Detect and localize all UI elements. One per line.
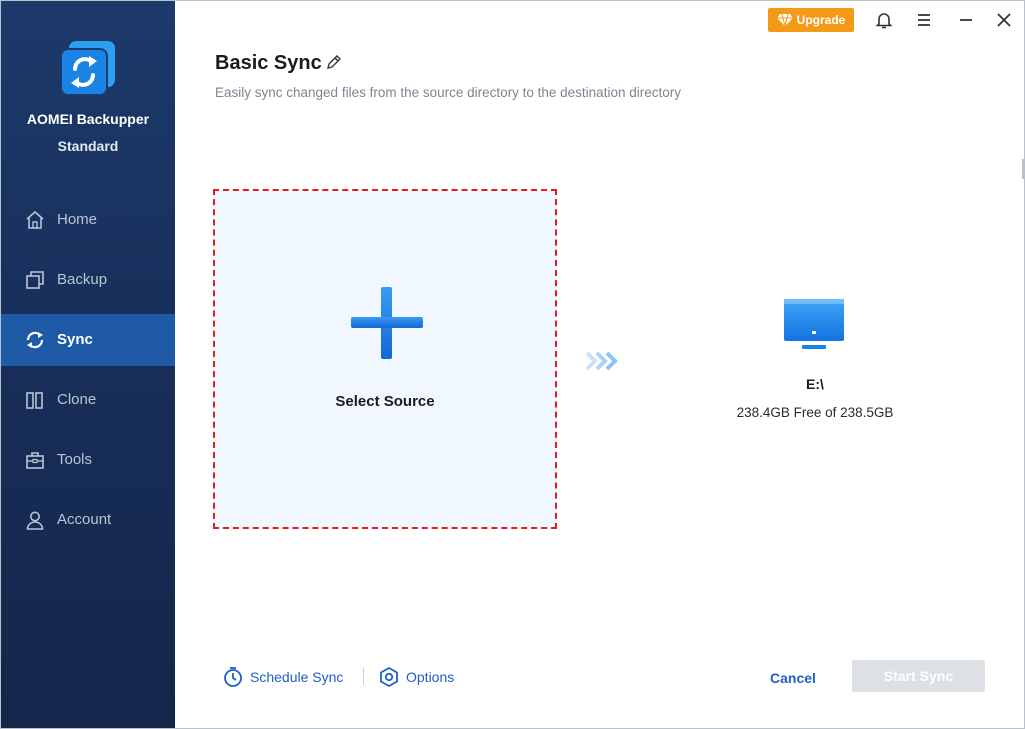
page-subtitle: Easily sync changed files from the sourc… — [215, 85, 681, 100]
options-label: Options — [406, 669, 455, 685]
bell-icon[interactable] — [873, 9, 895, 31]
sidebar: AOMEI Backupper Standard Home Backup Syn… — [1, 1, 175, 728]
cancel-button[interactable]: Cancel — [758, 667, 828, 689]
app-window: AOMEI Backupper Standard Home Backup Syn… — [0, 0, 1025, 729]
sync-icon — [26, 331, 44, 349]
clone-icon — [26, 392, 43, 409]
close-icon[interactable] — [993, 9, 1015, 31]
account-icon — [26, 511, 44, 530]
sidebar-item-label: Clone — [57, 391, 97, 408]
monitor-icon — [784, 299, 844, 349]
edit-pencil-icon[interactable] — [325, 53, 343, 71]
sidebar-item-clone[interactable]: Clone — [1, 374, 175, 426]
upgrade-button[interactable]: Upgrade — [768, 8, 854, 32]
start-sync-button[interactable]: Start Sync — [852, 660, 985, 692]
page-title: Basic Sync — [215, 52, 322, 74]
backup-icon — [26, 271, 44, 289]
menu-icon[interactable] — [913, 9, 935, 31]
sidebar-item-label: Sync — [57, 331, 93, 348]
app-edition: Standard — [57, 138, 119, 154]
minimize-icon[interactable] — [955, 9, 977, 31]
diamond-icon — [776, 13, 793, 27]
sidebar-item-label: Home — [57, 211, 98, 228]
schedule-sync-button[interactable]: Schedule Sync — [222, 665, 343, 689]
upgrade-label: Upgrade — [796, 13, 846, 27]
sidebar-item-sync[interactable]: Sync — [1, 314, 175, 366]
sidebar-item-label: Account — [57, 511, 112, 528]
gear-icon — [380, 666, 398, 688]
tools-icon — [26, 452, 44, 469]
schedule-sync-label: Schedule Sync — [250, 669, 344, 685]
clock-icon — [224, 667, 242, 687]
footer-divider — [363, 668, 364, 685]
window-edge-marker — [1022, 159, 1024, 179]
sidebar-item-account[interactable]: Account — [1, 494, 175, 546]
sync-direction-arrows-icon — [585, 351, 618, 371]
sidebar-item-label: Tools — [57, 451, 93, 468]
sidebar-item-tools[interactable]: Tools — [1, 434, 175, 486]
home-icon — [26, 210, 44, 229]
select-source-box[interactable]: Select Source — [213, 189, 557, 529]
destination-space: 238.4GB Free of 238.5GB — [736, 405, 894, 420]
sidebar-item-home[interactable]: Home — [1, 194, 175, 246]
destination-drive[interactable]: E:\ 238.4GB Free of 238.5GB — [705, 293, 925, 433]
select-source-label: Select Source — [335, 393, 435, 410]
options-button[interactable]: Options — [378, 665, 454, 689]
app-logo-icon — [60, 41, 115, 96]
plus-icon — [351, 287, 423, 359]
sidebar-item-backup[interactable]: Backup — [1, 254, 175, 306]
destination-name: E:\ — [806, 376, 824, 392]
app-name: AOMEI Backupper — [26, 111, 150, 127]
sidebar-item-label: Backup — [57, 271, 108, 288]
